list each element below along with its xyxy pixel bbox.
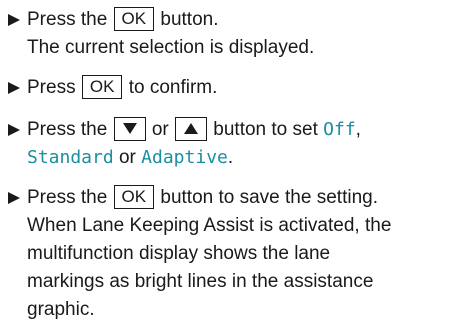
step-3-or: or xyxy=(118,147,136,168)
step-4-result-line-4: graphic. xyxy=(27,299,95,320)
step-1-post: button. xyxy=(160,9,219,30)
step-3-sep: , xyxy=(355,119,361,140)
step-4: Press the OK button to save the setting.… xyxy=(8,184,460,324)
step-2-line: Press OK to confirm. xyxy=(8,74,460,102)
step-1-line: Press the OK button. xyxy=(8,6,460,34)
ok-key: OK xyxy=(113,7,155,31)
down-arrow-icon xyxy=(122,123,137,135)
step-3: Press the or button to set Off, Standard… xyxy=(8,116,460,172)
step-3-post: button to set xyxy=(213,119,318,140)
step-4-line: Press the OK button to save the setting. xyxy=(8,184,460,212)
step-2-post: to confirm. xyxy=(128,77,218,98)
step-1-pre: Press the xyxy=(27,9,108,30)
step-3-line-1: Press the or button to set Off, xyxy=(8,116,460,144)
option-standard: Standard xyxy=(27,147,114,168)
step-4-pre: Press the xyxy=(27,187,108,208)
step-4-result-line-2: multifunction display shows the lane xyxy=(27,243,331,264)
option-adaptive: Adaptive xyxy=(141,147,228,168)
step-1: Press the OK button. The current selecti… xyxy=(8,6,460,62)
step-2-pre: Press xyxy=(27,77,76,98)
step-4-post: button to save the setting. xyxy=(160,187,378,208)
step-3-mid: or xyxy=(151,119,169,140)
ok-key: OK xyxy=(113,185,155,209)
up-arrow-key xyxy=(175,117,208,141)
step-3-end: . xyxy=(227,147,234,168)
ok-key: OK xyxy=(81,75,123,99)
step-4-result-line-1: When Lane Keeping Assist is activated, t… xyxy=(27,215,392,236)
instruction-steps: Press the OK button. The current selecti… xyxy=(0,0,464,321)
down-arrow-key xyxy=(113,117,146,141)
bullet-arrow-icon xyxy=(8,14,20,26)
option-off: Off xyxy=(323,119,356,140)
bullet-arrow-icon xyxy=(8,82,20,94)
step-3-pre: Press the xyxy=(27,119,108,140)
step-3-line-2: Standard or Adaptive. xyxy=(8,144,460,172)
bullet-arrow-icon xyxy=(8,192,20,204)
up-arrow-icon xyxy=(184,123,199,135)
step-1-result: The current selection is displayed. xyxy=(27,37,315,58)
step-2: Press OK to confirm. xyxy=(8,74,460,102)
bullet-arrow-icon xyxy=(8,124,20,136)
step-4-result-line-3: markings as bright lines in the assistan… xyxy=(27,271,374,292)
